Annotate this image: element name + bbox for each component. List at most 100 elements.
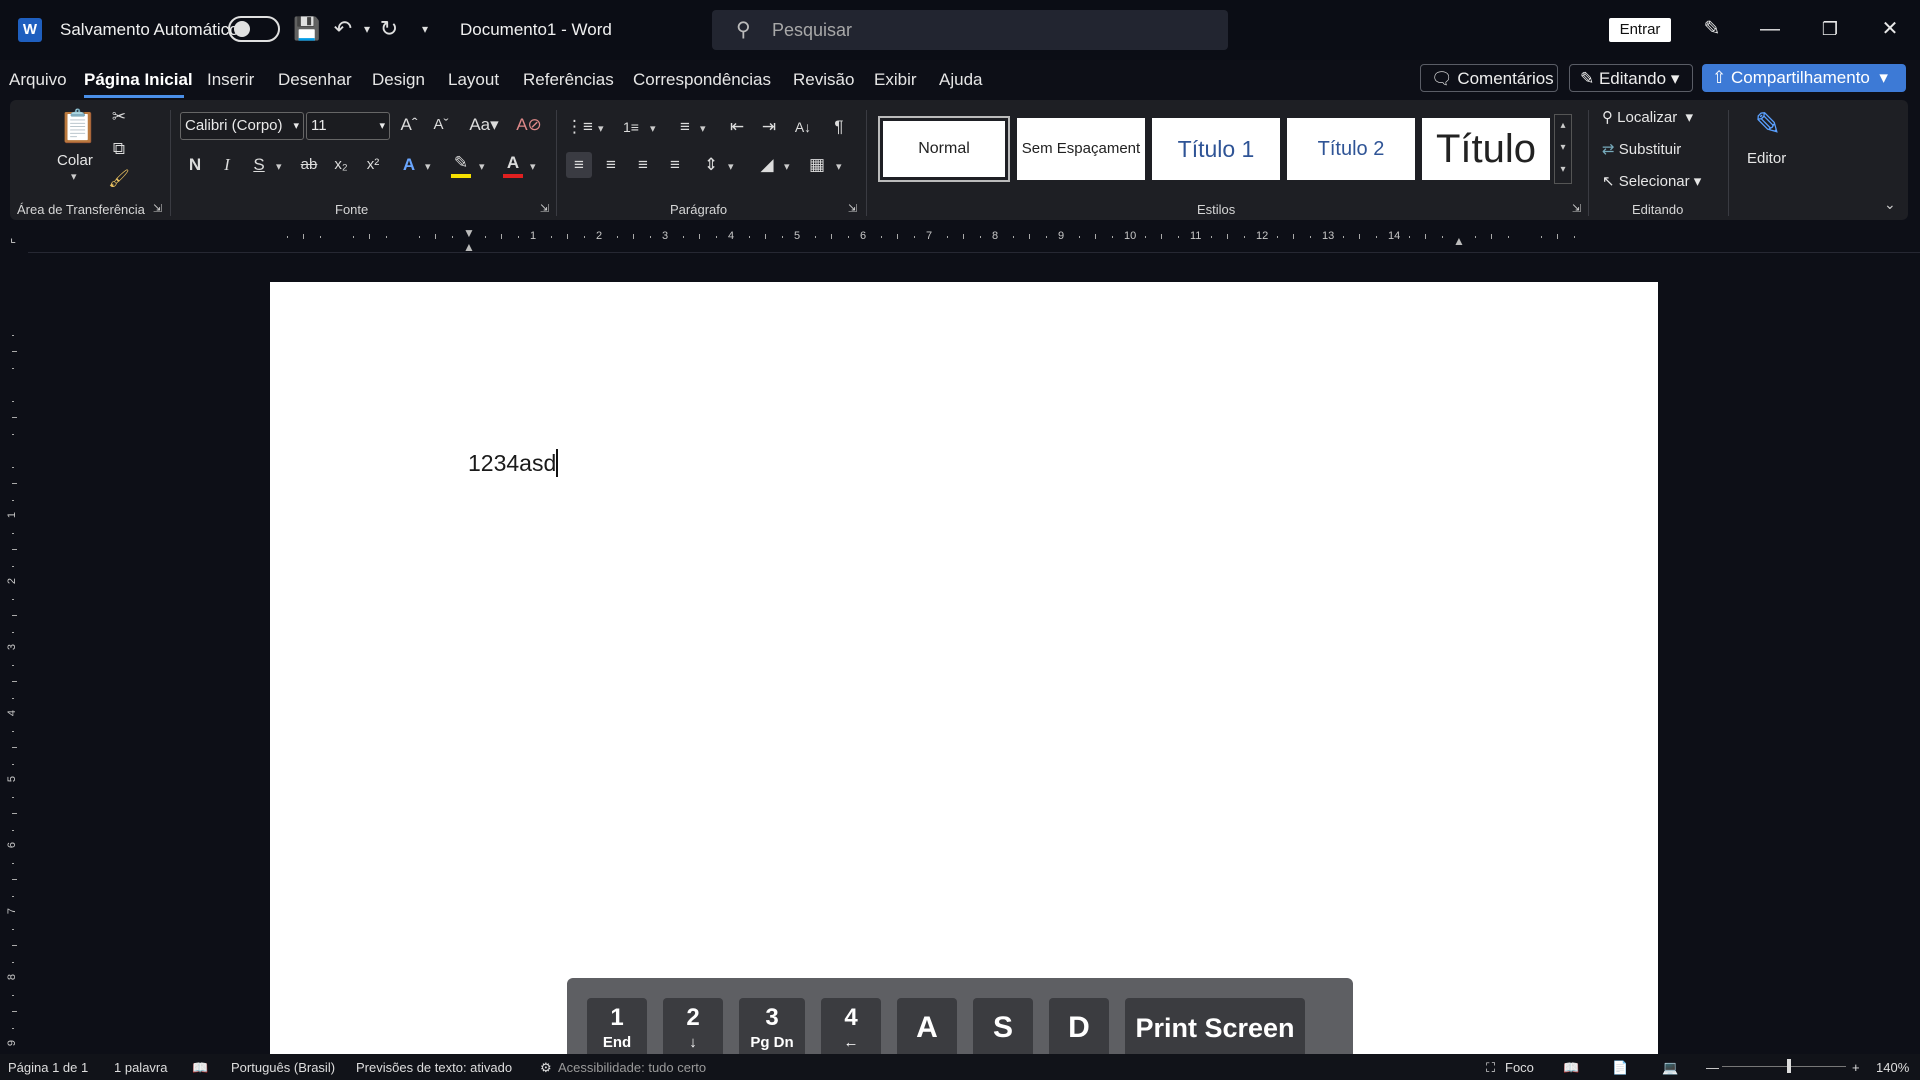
paste-label[interactable]: Colar: [57, 152, 93, 169]
numbering-dropdown-icon[interactable]: ▾: [650, 122, 656, 135]
multilevel-dropdown-icon[interactable]: ▾: [700, 122, 706, 135]
show-formatting-icon[interactable]: ¶: [826, 114, 852, 140]
grow-font-icon[interactable]: Aˆ: [396, 112, 422, 138]
language-status[interactable]: Português (Brasil): [231, 1060, 335, 1075]
bold-button[interactable]: N: [182, 152, 208, 178]
editor-icon[interactable]: ✎: [1748, 104, 1788, 144]
bullets-icon[interactable]: ⋮≡: [566, 114, 593, 140]
copy-icon[interactable]: ⧉: [106, 136, 132, 162]
redo-icon[interactable]: ↻: [374, 14, 404, 44]
close-icon[interactable]: ✕: [1870, 14, 1910, 44]
tab-ajuda[interactable]: Ajuda: [939, 70, 982, 90]
text-effects-icon[interactable]: A: [396, 152, 422, 178]
minimize-icon[interactable]: —: [1750, 14, 1790, 44]
shading-icon[interactable]: ◢: [754, 152, 780, 178]
sort-icon[interactable]: A↓: [790, 114, 816, 140]
tab-exibir[interactable]: Exibir: [874, 70, 917, 90]
replace-button[interactable]: ⇄ Substituir: [1602, 140, 1681, 158]
style-titulo[interactable]: Título: [1422, 118, 1550, 180]
document-text[interactable]: 1234asd: [468, 450, 556, 477]
highlight-dropdown-icon[interactable]: ▾: [479, 160, 485, 173]
text-effects-dropdown-icon[interactable]: ▾: [425, 160, 431, 173]
signin-button[interactable]: Entrar: [1609, 18, 1671, 42]
tab-referencias[interactable]: Referências: [523, 70, 614, 90]
share-button[interactable]: ⇧ Compartilhamento ▾: [1702, 64, 1906, 92]
line-spacing-icon[interactable]: ⇕: [698, 152, 724, 178]
tab-inserir[interactable]: Inserir: [207, 70, 254, 90]
paragraph-launcher-icon[interactable]: ⇲: [848, 202, 857, 215]
tab-correspondencias[interactable]: Correspondências: [633, 70, 771, 90]
increase-indent-icon[interactable]: ⇥: [756, 114, 782, 140]
comments-button[interactable]: 🗨 Comentários: [1420, 64, 1558, 92]
zoom-in-icon[interactable]: +: [1852, 1060, 1860, 1075]
pen-icon[interactable]: ✎: [1692, 14, 1732, 44]
multilevel-list-icon[interactable]: ≡: [672, 114, 698, 140]
tab-desenhar[interactable]: Desenhar: [278, 70, 352, 90]
print-layout-icon[interactable]: 📄: [1612, 1060, 1628, 1076]
shrink-font-icon[interactable]: Aˇ: [428, 112, 454, 138]
change-case-icon[interactable]: Aa▾: [464, 112, 504, 138]
customize-qat-icon[interactable]: ▾: [410, 14, 440, 44]
highlight-icon[interactable]: ✎: [448, 150, 474, 176]
focus-label[interactable]: Foco: [1505, 1060, 1534, 1075]
format-painter-icon[interactable]: 🖌: [106, 166, 132, 192]
font-color-dropdown-icon[interactable]: ▾: [530, 160, 536, 173]
strikethrough-icon[interactable]: ab: [296, 152, 322, 178]
decrease-indent-icon[interactable]: ⇤: [724, 114, 750, 140]
accessibility-icon[interactable]: ⚙: [540, 1060, 552, 1076]
superscript-icon[interactable]: x²: [360, 152, 386, 178]
subscript-icon[interactable]: x₂: [328, 152, 354, 178]
styles-launcher-icon[interactable]: ⇲: [1572, 202, 1581, 215]
style-titulo-1[interactable]: Título 1: [1152, 118, 1280, 180]
tab-layout[interactable]: Layout: [448, 70, 499, 90]
style-normal[interactable]: Normal: [878, 116, 1010, 182]
autosave-toggle[interactable]: [228, 16, 280, 42]
collapse-ribbon-icon[interactable]: ⌄: [1884, 196, 1896, 213]
focus-icon[interactable]: ⛶: [1486, 1060, 1495, 1076]
web-layout-icon[interactable]: 💻: [1662, 1060, 1678, 1076]
tab-arquivo[interactable]: Arquivo: [9, 70, 67, 90]
borders-dropdown-icon[interactable]: ▾: [836, 160, 842, 173]
editor-label[interactable]: Editor: [1747, 150, 1786, 167]
cut-icon[interactable]: ✂: [106, 104, 132, 130]
font-size-combo[interactable]: 11 ▾: [306, 112, 390, 140]
tab-pagina-inicial[interactable]: Página Inicial: [84, 70, 193, 90]
paste-icon[interactable]: 📋: [58, 106, 98, 146]
read-mode-icon[interactable]: 📖: [1563, 1060, 1579, 1076]
word-count[interactable]: 1 palavra: [114, 1060, 167, 1075]
numbering-icon[interactable]: 1≡: [618, 114, 644, 140]
zoom-slider-thumb[interactable]: [1787, 1059, 1791, 1073]
style-sem-espacamento[interactable]: Sem Espaçament: [1017, 118, 1145, 180]
tab-design[interactable]: Design: [372, 70, 425, 90]
align-center-icon[interactable]: ≡: [598, 152, 624, 178]
select-button[interactable]: ↖ Selecionar ▾: [1602, 172, 1701, 190]
font-color-icon[interactable]: A: [500, 150, 526, 176]
justify-icon[interactable]: ≡: [662, 152, 688, 178]
text-predictions-status[interactable]: Previsões de texto: ativado: [356, 1060, 512, 1075]
styles-scroll-buttons[interactable]: ▴ ▾ ▾: [1554, 114, 1572, 184]
clear-formatting-icon[interactable]: A⊘: [516, 112, 542, 138]
zoom-slider-track[interactable]: [1722, 1066, 1846, 1067]
paste-dropdown-icon[interactable]: ▾: [71, 170, 77, 183]
zoom-level[interactable]: 140%: [1876, 1060, 1909, 1075]
italic-button[interactable]: I: [214, 152, 240, 178]
underline-dropdown-icon[interactable]: ▾: [276, 160, 282, 173]
shading-dropdown-icon[interactable]: ▾: [784, 160, 790, 173]
save-icon[interactable]: 💾: [292, 14, 322, 44]
document-page[interactable]: [270, 282, 1658, 1054]
editing-mode-button[interactable]: ✎ Editando ▾: [1569, 64, 1693, 92]
borders-icon[interactable]: ▦: [804, 152, 830, 178]
clipboard-launcher-icon[interactable]: ⇲: [153, 202, 162, 215]
page-count[interactable]: Página 1 de 1: [8, 1060, 88, 1075]
align-left-icon[interactable]: ≡: [566, 152, 592, 178]
search-box[interactable]: ⚲ Pesquisar: [712, 10, 1228, 50]
align-right-icon[interactable]: ≡: [630, 152, 656, 178]
tab-revisao[interactable]: Revisão: [793, 70, 854, 90]
bullets-dropdown-icon[interactable]: ▾: [598, 122, 604, 135]
zoom-out-icon[interactable]: —: [1706, 1060, 1719, 1075]
restore-icon[interactable]: ❐: [1810, 14, 1850, 44]
accessibility-status[interactable]: Acessibilidade: tudo certo: [558, 1060, 706, 1075]
font-name-combo[interactable]: Calibri (Corpo) ▾: [180, 112, 304, 140]
style-titulo-2[interactable]: Título 2: [1287, 118, 1415, 180]
find-button[interactable]: ⚲ Localizar ▾: [1602, 108, 1693, 126]
